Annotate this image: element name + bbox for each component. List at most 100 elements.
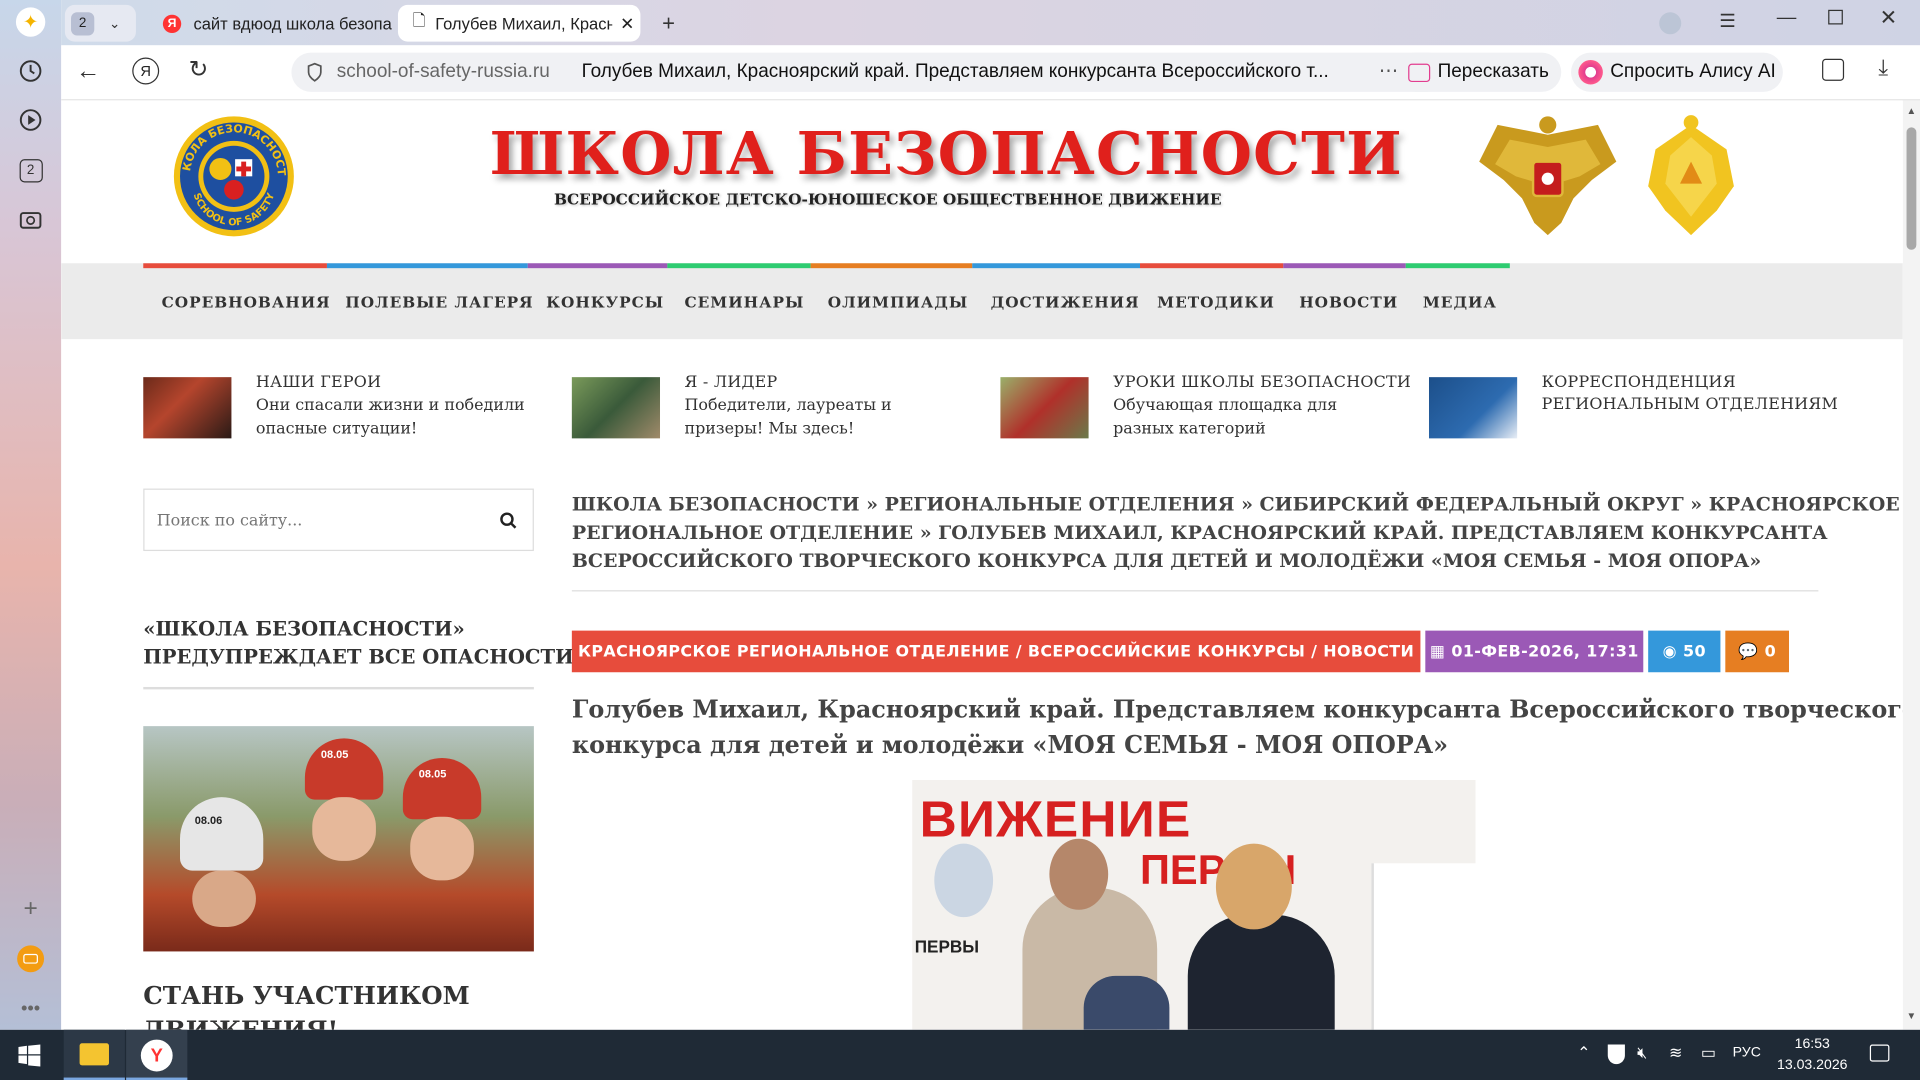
nav-contests[interactable]: КОНКУРСЫ bbox=[546, 293, 664, 311]
search-input[interactable] bbox=[156, 505, 476, 536]
new-tab-button[interactable]: + bbox=[655, 5, 682, 42]
photo-person-background bbox=[1083, 975, 1170, 1030]
breadcrumb-line[interactable]: РЕГИОНАЛЬНОЕ ОТДЕЛЕНИЕ » ГОЛУБЕВ МИХАИЛ,… bbox=[572, 518, 1900, 546]
yandex-browser-icon: Y bbox=[140, 1039, 173, 1072]
file-explorer-task[interactable] bbox=[63, 1029, 125, 1080]
featured-lessons[interactable]: УРОКИ ШКОЛЫ БЕЗОПАСНОСТИ Обучающая площа… bbox=[1000, 373, 1416, 449]
nav-media[interactable]: МЕДИА bbox=[1423, 293, 1497, 311]
helmet-shape bbox=[180, 797, 264, 871]
sidebar-divider bbox=[143, 686, 534, 690]
mchs-emblem bbox=[1643, 113, 1739, 240]
ask-alice-button[interactable]: Спросить Алису AI bbox=[1571, 52, 1783, 92]
date-badge: ▦ 01-ФЕВ-2026, 17:31 bbox=[1425, 630, 1644, 673]
featured-desc: разных категорий bbox=[1113, 420, 1266, 439]
close-tab-icon[interactable]: ✕ bbox=[620, 13, 634, 34]
nav-olympiads[interactable]: ОЛИМПИАДЫ bbox=[828, 293, 968, 311]
scrollbar-thumb[interactable] bbox=[1906, 127, 1917, 250]
language-indicator[interactable]: РУС bbox=[1733, 1046, 1761, 1061]
clock[interactable]: 16:53 13.03.2026 bbox=[1776, 1035, 1849, 1077]
featured-correspondence[interactable]: КОРРЕСПОНДЕНЦИЯ РЕГИОНАЛЬНЫМ ОТДЕЛЕНИЯМ bbox=[1428, 373, 1845, 449]
scroll-down-icon[interactable]: ▼ bbox=[1907, 1010, 1917, 1021]
history-icon[interactable] bbox=[16, 56, 45, 85]
more-icon[interactable]: ••• bbox=[16, 993, 45, 1022]
reload-icon[interactable]: ↻ bbox=[189, 56, 208, 84]
correspondence-thumbnail bbox=[1428, 377, 1518, 439]
warning-heading: «ШКОЛА БЕЗОПАСНОСТИ» ПРЕДУПРЕЖДАЕТ ВСЕ О… bbox=[143, 615, 582, 671]
views-badge: ◉ 50 bbox=[1648, 630, 1721, 673]
mail-icon[interactable] bbox=[16, 944, 45, 973]
face-shape bbox=[410, 816, 474, 881]
add-icon[interactable]: + bbox=[16, 894, 45, 923]
featured-desc: РЕГИОНАЛЬНЫМ ОТДЕЛЕНИЯМ bbox=[1541, 395, 1838, 414]
nav-competitions[interactable]: СОРЕВНОВАНИЯ bbox=[162, 293, 331, 311]
face-shape bbox=[192, 870, 256, 927]
nav-methods[interactable]: МЕТОДИКИ bbox=[1157, 293, 1275, 311]
notifications-icon[interactable] bbox=[1869, 1044, 1890, 1062]
minimize-icon[interactable]: — bbox=[1777, 7, 1797, 29]
featured-desc: призеры! Мы здесь! bbox=[684, 420, 855, 439]
helmet-label: 08.05 bbox=[418, 767, 447, 781]
sidebar-photo-kids[interactable]: 08.06 08.05 08.05 bbox=[143, 726, 534, 952]
battery-icon[interactable]: ▭ bbox=[1701, 1043, 1716, 1063]
main-nav: СОРЕВНОВАНИЯ ПОЛЕВЫЕ ЛАГЕРЯ КОНКУРСЫ СЕМ… bbox=[61, 263, 1903, 340]
menu-icon[interactable]: ☰ bbox=[1719, 10, 1735, 32]
retell-button[interactable]: Пересказать bbox=[1395, 52, 1562, 92]
tab-counter-icon[interactable]: 2 bbox=[16, 156, 45, 185]
tab-title: Голубев Михаил, Красн bbox=[435, 14, 613, 33]
tray-chevron-icon[interactable]: ⌃ bbox=[1577, 1043, 1590, 1063]
comments-count: 0 bbox=[1764, 642, 1777, 661]
photo-emblem bbox=[934, 843, 994, 918]
tab-yandex-search[interactable]: Я сайт вдюод школа безопа bbox=[157, 5, 396, 42]
comments-badge[interactable]: 💬 0 bbox=[1725, 630, 1789, 673]
views-count: 50 bbox=[1683, 642, 1706, 661]
download-icon[interactable]: ⤓ bbox=[1878, 55, 1888, 81]
alice-star-icon[interactable]: ✦ bbox=[15, 7, 46, 37]
security-tray-icon[interactable] bbox=[1607, 1044, 1625, 1065]
url-domain: school-of-safety-russia.ru bbox=[336, 61, 550, 83]
nav-news[interactable]: НОВОСТИ bbox=[1299, 293, 1398, 311]
site-title: ШКОЛА БЕЗОПАСНОСТИ bbox=[489, 120, 1403, 189]
speaker-muted-icon[interactable]: 🔇︎ bbox=[1637, 1043, 1647, 1063]
photo-banner-text: ПЕРВЫ bbox=[914, 936, 980, 957]
search-icon[interactable] bbox=[500, 512, 517, 529]
featured-title: НАШИ ГЕРОИ bbox=[255, 373, 382, 392]
ministry-eagle-emblem bbox=[1473, 113, 1622, 240]
school-of-safety-logo[interactable]: ШКОЛА БЕЗОПАСНОСТИ SCHOOL OF SAFETY bbox=[165, 104, 296, 239]
nav-achievements[interactable]: ДОСТИЖЕНИЯ bbox=[991, 293, 1140, 311]
category-badge[interactable]: КРАСНОЯРСКОЕ РЕГИОНАЛЬНОЕ ОТДЕЛЕНИЕ / ВС… bbox=[571, 630, 1421, 673]
yandex-browser-task[interactable]: Y bbox=[126, 1029, 188, 1080]
article-photo[interactable]: ВИЖЕНИЕ ПЕРВЫ ПЕРВЫ bbox=[912, 780, 1476, 1030]
video-play-icon[interactable] bbox=[16, 105, 45, 134]
nav-seminars[interactable]: СЕМИНАРЫ bbox=[684, 293, 804, 311]
date-text: 01-ФЕВ-2026, 17:31 bbox=[1451, 642, 1639, 661]
network-icon[interactable]: ≋ bbox=[1669, 1043, 1682, 1063]
scrollbar[interactable]: ▲ ▼ bbox=[1902, 100, 1920, 1030]
scroll-up-icon[interactable]: ▲ bbox=[1907, 105, 1917, 116]
helmet-label: 08.05 bbox=[320, 748, 349, 761]
retell-icon bbox=[1408, 63, 1431, 82]
featured-heroes[interactable]: НАШИ ГЕРОИ Они спасали жизни и победили … bbox=[143, 373, 559, 449]
join-heading-line: ДВИЖЕНИЯ! bbox=[143, 1015, 339, 1030]
profile-icon[interactable] bbox=[1659, 12, 1682, 35]
maximize-icon[interactable] bbox=[1828, 9, 1843, 25]
face-shape bbox=[312, 797, 376, 861]
address-bar[interactable]: school-of-safety-russia.ru Голубев Михаи… bbox=[291, 52, 1448, 92]
alice-icon bbox=[1578, 60, 1603, 85]
photo-shelf bbox=[1371, 863, 1476, 1030]
tab-group-button[interactable]: 2 ⌄ bbox=[64, 4, 136, 42]
windows-start-icon[interactable] bbox=[18, 1044, 41, 1067]
nav-field-camps[interactable]: ПОЛЕВЫЕ ЛАГЕРЯ bbox=[345, 293, 533, 311]
close-window-icon[interactable]: ✕ bbox=[1880, 6, 1897, 30]
yandex-home-icon[interactable]: Я bbox=[132, 57, 160, 85]
screenshot-icon[interactable] bbox=[16, 206, 45, 235]
breadcrumb-line[interactable]: ШКОЛА БЕЗОПАСНОСТИ » РЕГИОНАЛЬНЫЕ ОТДЕЛЕ… bbox=[572, 490, 1900, 518]
join-heading: СТАНЬ УЧАСТНИКОМ ДВИЖЕНИЯ! bbox=[143, 978, 469, 1030]
breadcrumb: ШКОЛА БЕЗОПАСНОСТИ » РЕГИОНАЛЬНЫЕ ОТДЕЛЕ… bbox=[572, 490, 1900, 574]
comment-icon: 💬 bbox=[1738, 642, 1759, 661]
featured-leader[interactable]: Я - ЛИДЕР Победители, лауреаты и призеры… bbox=[571, 373, 988, 449]
collections-icon[interactable] bbox=[1822, 58, 1845, 81]
browser-sidebar: ✦ 2 + ••• bbox=[0, 0, 62, 1030]
back-icon[interactable]: ← bbox=[76, 58, 100, 86]
calendar-icon: ▦ bbox=[1429, 642, 1446, 661]
tab-active-article[interactable]: 🗋 Голубев Михаил, Красн ✕ bbox=[397, 4, 641, 42]
